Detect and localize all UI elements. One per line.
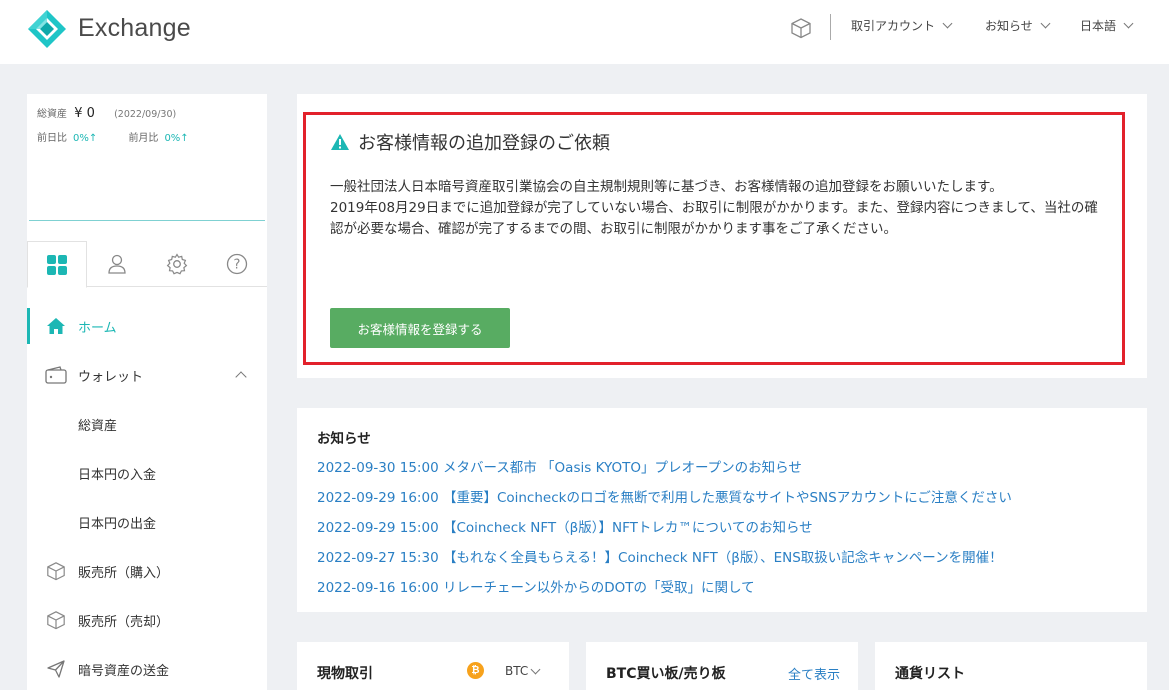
send-icon bbox=[45, 658, 67, 680]
news-link[interactable]: 2022-09-29 15:00 【Coincheck NFT（β版）】NFTト… bbox=[317, 516, 813, 536]
asset-chart-baseline bbox=[29, 220, 265, 221]
chevron-down-icon bbox=[942, 18, 953, 29]
prev-day-value: 0%↑ bbox=[73, 133, 98, 144]
prev-month-label: 前月比 bbox=[128, 133, 159, 144]
sidebar-item-send-crypto[interactable]: 暗号資産の送金 bbox=[27, 651, 267, 687]
svg-text:?: ? bbox=[234, 258, 241, 273]
cube-icon bbox=[45, 609, 67, 631]
sidebar-item-label: 日本円の入金 bbox=[78, 467, 157, 483]
orderbook-card: BTC買い板/売り板 全て表示 bbox=[586, 642, 858, 690]
header-divider bbox=[830, 14, 831, 40]
sidebar-item-label: 販売所（売却） bbox=[78, 614, 170, 630]
customer-info-notice: お客様情報の追加登録のご依頼 一般社団法人日本暗号資産取引業協会の自主規制規則等… bbox=[303, 112, 1125, 365]
news-panel: お知らせ 2022-09-30 15:00 メタバース都市 「Oasis KYO… bbox=[297, 408, 1147, 612]
show-all-link[interactable]: 全て表示 bbox=[788, 664, 840, 683]
news-menu-label: お知らせ bbox=[985, 19, 1033, 33]
notice-line-1: 一般社団法人日本暗号資産取引業協会の自主規制規則等に基づき、お客様情報の追加登録… bbox=[330, 179, 1003, 195]
prev-day-label: 前日比 bbox=[37, 133, 67, 144]
news-link[interactable]: 2022-09-30 15:00 メタバース都市 「Oasis KYOTO」プレ… bbox=[317, 456, 802, 476]
sidebar-item-buy[interactable]: 販売所（購入） bbox=[27, 553, 267, 589]
register-customer-info-button[interactable]: お客様情報を登録する bbox=[330, 308, 510, 348]
sidebar-item-jpy-deposit[interactable]: 日本円の入金 bbox=[27, 455, 267, 491]
sidebar-item-label: 販売所（購入） bbox=[78, 565, 170, 581]
sidebar-item-wallet[interactable]: ウォレット bbox=[27, 357, 267, 393]
sidebar: 総資産 ¥ 0 (2022/09/30) 前日比 0%↑ 前月比 0%↑ ? ホ… bbox=[27, 94, 267, 690]
sidebar-item-sell[interactable]: 販売所（売却） bbox=[27, 602, 267, 638]
sidebar-tabs: ? bbox=[27, 241, 267, 288]
language-label: 日本語 bbox=[1080, 19, 1117, 33]
notice-line-2: 2019年08月29日までに追加登録が完了していない場合、お取引に制限がかかりま… bbox=[330, 200, 1098, 237]
currency-select[interactable]: BTC bbox=[505, 664, 541, 678]
spot-trade-title: 現物取引 bbox=[317, 666, 373, 682]
home-icon bbox=[45, 315, 67, 337]
language-menu[interactable]: 日本語 bbox=[1080, 17, 1134, 34]
bitcoin-icon: ₿ bbox=[467, 662, 484, 679]
news-link[interactable]: 2022-09-29 16:00 【重要】Coincheckのロゴを無断で利用し… bbox=[317, 486, 1012, 506]
gear-icon bbox=[166, 253, 188, 275]
news-link[interactable]: 2022-09-16 16:00 リレーチェーン以外からのDOTの「受取」に関し… bbox=[317, 576, 755, 596]
tab-profile[interactable] bbox=[87, 241, 147, 287]
sidebar-item-label: 暗号資産の送金 bbox=[78, 663, 170, 679]
chevron-down-icon bbox=[1123, 18, 1134, 29]
total-assets-value: ¥ 0 bbox=[74, 106, 95, 121]
currency-list-card: 通貨リスト bbox=[875, 642, 1147, 690]
wallet-icon bbox=[45, 364, 67, 386]
prev-month-value: 0%↑ bbox=[164, 133, 189, 144]
chevron-down-icon bbox=[1040, 18, 1051, 29]
sidebar-item-label: ウォレット bbox=[78, 369, 144, 385]
user-icon bbox=[108, 254, 126, 274]
trading-account-label: 取引アカウント bbox=[851, 19, 936, 33]
total-assets-date: (2022/09/30) bbox=[114, 109, 177, 120]
news-title: お知らせ bbox=[317, 431, 371, 447]
dashboard-icon bbox=[47, 254, 67, 275]
top-header: Exchange 取引アカウント お知らせ 日本語 bbox=[0, 0, 1169, 64]
sidebar-item-label: 日本円の出金 bbox=[78, 516, 157, 532]
tab-settings[interactable] bbox=[147, 241, 207, 287]
notice-title-text: お客様情報の追加登録のご依頼 bbox=[358, 133, 610, 154]
trading-account-menu[interactable]: 取引アカウント bbox=[851, 17, 953, 34]
currency-list-title: 通貨リスト bbox=[895, 666, 965, 682]
exchange-logo-icon[interactable] bbox=[27, 9, 67, 49]
spot-trade-card: 現物取引 ₿ BTC bbox=[297, 642, 569, 690]
cube-icon[interactable] bbox=[790, 17, 812, 39]
total-assets-label: 総資産 bbox=[37, 109, 67, 120]
news-link[interactable]: 2022-09-27 15:30 【もれなく全員もらえる！】Coincheck … bbox=[317, 546, 1003, 566]
tab-help[interactable]: ? bbox=[207, 241, 267, 287]
notice-body: 一般社団法人日本暗号資産取引業協会の自主規制規則等に基づき、お客様情報の追加登録… bbox=[330, 177, 1104, 240]
change-row: 前日比 0%↑ 前月比 0%↑ bbox=[37, 129, 217, 144]
sidebar-item-label: 総資産 bbox=[78, 418, 118, 434]
total-assets-row: 総資産 ¥ 0 (2022/09/30) bbox=[37, 105, 176, 121]
chevron-up-icon[interactable] bbox=[235, 371, 247, 383]
news-menu[interactable]: お知らせ bbox=[985, 17, 1051, 34]
chevron-down-icon bbox=[530, 664, 541, 674]
sidebar-item-home[interactable]: ホーム bbox=[27, 308, 267, 344]
help-icon: ? bbox=[226, 253, 248, 275]
warning-icon bbox=[331, 134, 349, 150]
sidebar-item-label: ホーム bbox=[78, 320, 117, 336]
currency-select-value: BTC bbox=[505, 664, 529, 678]
cube-icon bbox=[45, 560, 67, 582]
tab-dashboard[interactable] bbox=[27, 241, 87, 288]
brand-name: Exchange bbox=[78, 14, 191, 42]
sidebar-item-total-assets[interactable]: 総資産 bbox=[27, 406, 267, 442]
notice-title: お客様情報の追加登録のご依頼 bbox=[330, 129, 610, 155]
orderbook-title: BTC買い板/売り板 bbox=[606, 666, 726, 682]
sidebar-item-jpy-withdraw[interactable]: 日本円の出金 bbox=[27, 504, 267, 540]
